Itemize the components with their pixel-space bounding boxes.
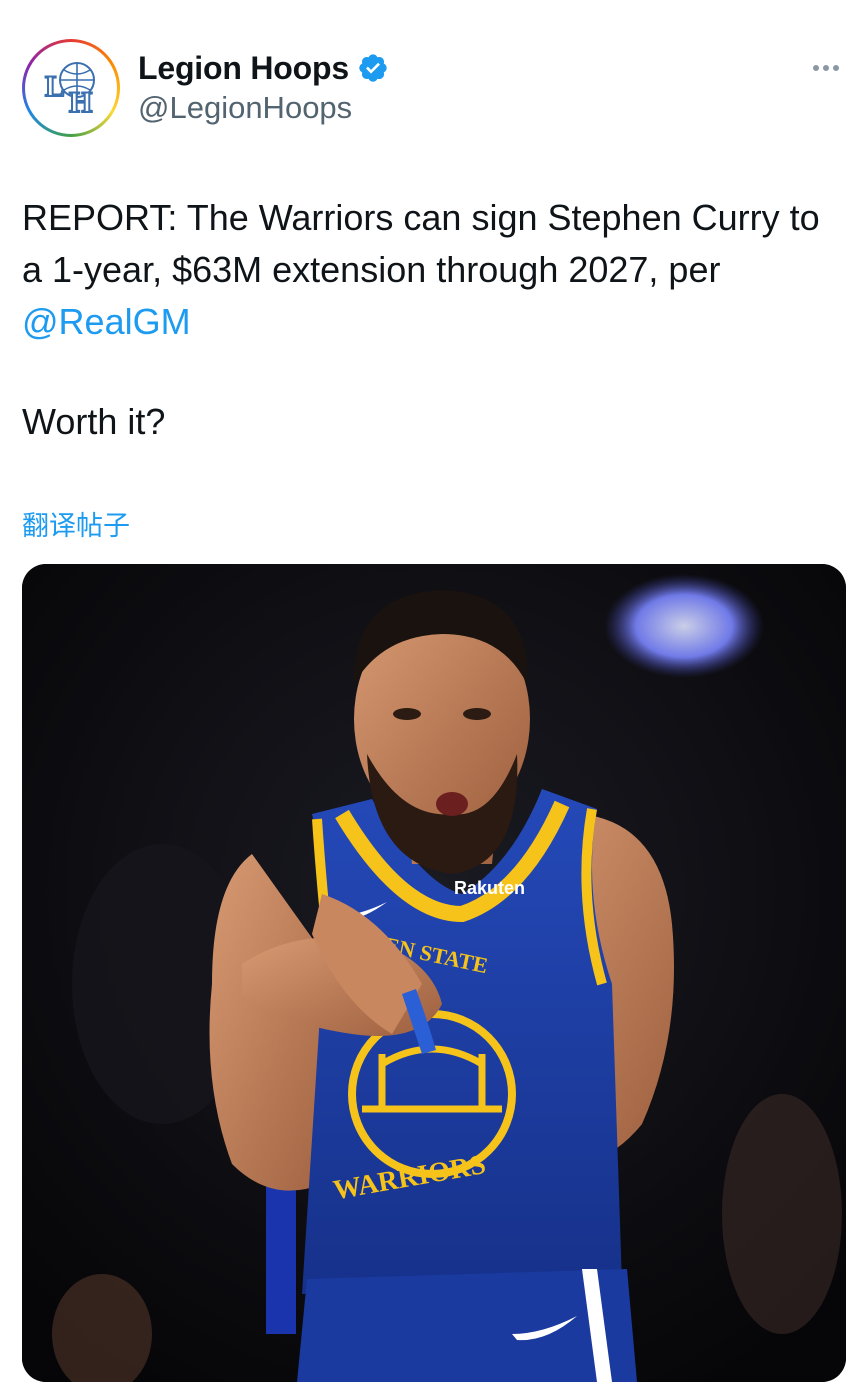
tweet-media-image[interactable]: Rakuten EN STATE WARRIORS (22, 564, 846, 1382)
avatar-logo: L H (25, 42, 117, 134)
tweet-text-line: a 1-year, $63M extension through 2027, p… (22, 249, 721, 290)
tweet-text: REPORT: The Warriors can sign Stephen Cu… (22, 192, 852, 348)
author-handle[interactable]: @LegionHoops (138, 90, 352, 126)
author-name-row[interactable]: Legion Hoops (138, 48, 389, 88)
more-options-button[interactable] (806, 56, 846, 80)
avatar-letter-l: L (45, 70, 65, 103)
tweet-page: L H Legion Hoops @LegionHoops REPORT: Th… (0, 0, 868, 1390)
tweet-text-line: REPORT: The Warriors can sign Stephen Cu… (22, 197, 820, 238)
mention-link[interactable]: @RealGM (22, 296, 852, 348)
tweet-question: Worth it? (22, 401, 166, 442)
more-horizontal-icon-dot (823, 65, 829, 71)
author-display-name[interactable]: Legion Hoops (138, 50, 349, 87)
avatar-letter-h: H (69, 86, 92, 119)
more-horizontal-icon-dot (833, 65, 839, 71)
player-photo: Rakuten EN STATE WARRIORS (22, 564, 846, 1382)
jersey-sponsor-text: Rakuten (454, 878, 525, 898)
author-avatar[interactable]: L H (22, 39, 120, 137)
verified-badge-icon (359, 54, 387, 82)
more-horizontal-icon (813, 65, 819, 71)
legion-hoops-logo-icon: L H (44, 62, 95, 120)
translate-post-link[interactable]: 翻译帖子 (22, 504, 130, 543)
